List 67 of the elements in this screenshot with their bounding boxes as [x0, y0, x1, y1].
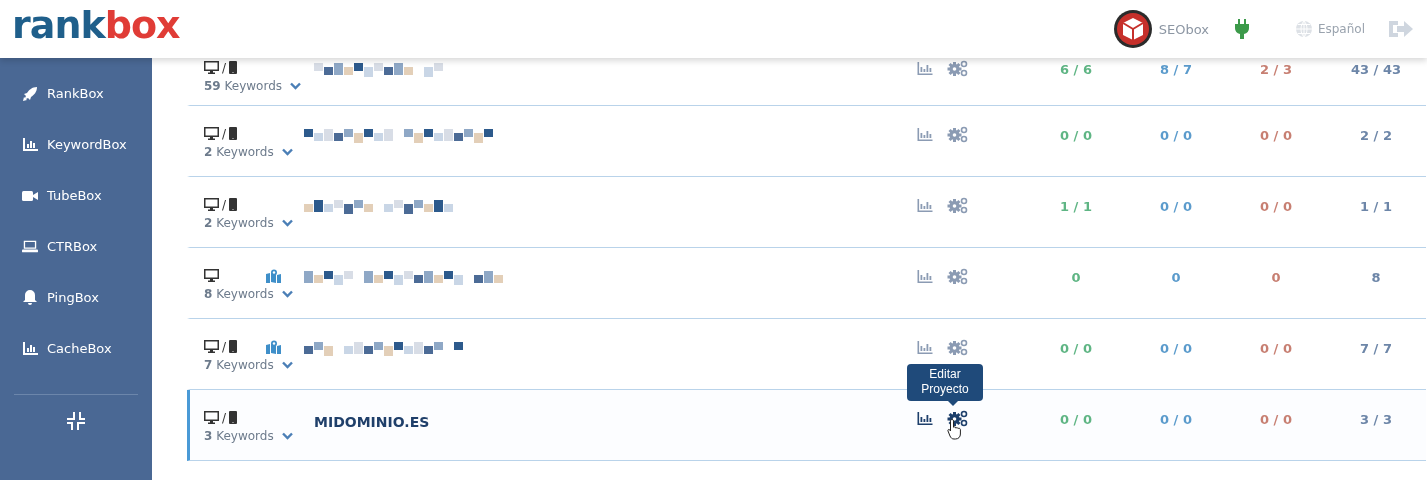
ranking-stat: 3 / 3: [1359, 411, 1393, 427]
ranking-stat: 0 / 0: [1159, 411, 1193, 427]
ranking-stat: 0 / 0: [1059, 340, 1093, 356]
tooltip: Editar Proyecto: [907, 363, 983, 401]
ranking-stat: 43 / 43: [1350, 61, 1402, 77]
ranking-stat: 8: [1370, 269, 1382, 285]
device-separator: /: [222, 126, 227, 141]
ranking-stat: 6 / 6: [1059, 61, 1093, 77]
device-separator: /: [222, 410, 227, 425]
sidebar-item[interactable]: CacheBox: [0, 323, 152, 374]
ranking-stat: 0: [1270, 269, 1282, 285]
chevron-down-icon[interactable]: [281, 432, 293, 440]
tooltip-pointer: [948, 401, 958, 406]
bell-icon: [22, 289, 38, 306]
collapse-icon[interactable]: [66, 411, 86, 431]
sidebar-item[interactable]: KeywordBox: [0, 119, 152, 170]
hand-cursor-icon: [947, 418, 963, 440]
project-row[interactable]: 8 Keywords 0 0 0 8: [187, 248, 1426, 319]
ranking-stat: 0: [1070, 269, 1082, 285]
sidebar-item[interactable]: RankBox: [0, 68, 152, 119]
ranking-stat: 8 / 7: [1159, 61, 1193, 77]
ranking-stat: 0 / 0: [1259, 127, 1293, 143]
video-camera-icon: [22, 189, 38, 202]
ranking-stat: 2 / 2: [1359, 127, 1393, 143]
ranking-stat: 1 / 1: [1059, 198, 1093, 214]
chevron-down-icon[interactable]: [281, 148, 293, 156]
keyword-count: 8 Keywords: [204, 287, 274, 301]
ranking-stat: 0 / 0: [1159, 127, 1193, 143]
laptop-icon: [22, 240, 38, 253]
device-separator: /: [222, 197, 227, 212]
project-row[interactable]: / 2 Keywords 1 / 1 0 / 0 0 / 0 1 / 1: [187, 177, 1426, 248]
chart-icon: [22, 137, 38, 152]
chevron-down-icon[interactable]: [281, 290, 293, 298]
cube-avatar-icon[interactable]: [1112, 9, 1153, 49]
chart-icon: [22, 341, 38, 356]
account-name[interactable]: SEObox: [1158, 21, 1209, 37]
chevron-down-icon[interactable]: [281, 219, 293, 227]
keyword-count: 2 Keywords: [204, 216, 274, 230]
keyword-count: 2 Keywords: [204, 145, 274, 159]
chevron-down-icon[interactable]: [281, 361, 293, 369]
sidebar-item[interactable]: TubeBox: [0, 170, 152, 221]
ranking-stat: 2 / 3: [1259, 61, 1293, 77]
ranking-stat: 0 / 0: [1259, 411, 1293, 427]
keyword-count: 3 Keywords: [204, 429, 274, 443]
chevron-down-icon[interactable]: [290, 82, 302, 90]
project-row[interactable]: / 59 Keywords 6 / 6 8 / 7 2 / 3 43 / 43: [187, 58, 1426, 106]
project-row[interactable]: / 2 Keywords 0 / 0 0 / 0 0 / 0 2 / 2: [187, 106, 1426, 177]
ranking-stat: 1 / 1: [1359, 198, 1393, 214]
rocket-icon: [22, 85, 38, 102]
ranking-stat: 0 / 0: [1059, 411, 1093, 427]
globe-icon: [1294, 20, 1313, 38]
ranking-stat: 7 / 7: [1359, 340, 1393, 356]
ranking-stat: 0 / 0: [1159, 198, 1193, 214]
sidebar-item[interactable]: PingBox: [0, 272, 152, 323]
ranking-stat: 0 / 0: [1159, 340, 1193, 356]
sidebar-item[interactable]: CTRBox: [0, 221, 152, 272]
ranking-stat: 0 / 0: [1059, 127, 1093, 143]
keyword-count: 59 Keywords: [204, 79, 283, 93]
domain-name[interactable]: MIDOMINIO.ES: [314, 414, 430, 430]
device-separator: /: [222, 339, 227, 354]
plug-icon[interactable]: [1234, 19, 1249, 39]
ranking-stat: 0: [1170, 269, 1182, 285]
ranking-stat: 0 / 0: [1259, 340, 1293, 356]
chart-icon[interactable]: [916, 411, 933, 426]
device-separator: /: [222, 60, 227, 75]
ranking-stat: 0 / 0: [1259, 198, 1293, 214]
rankbox-logo[interactable]: rankbox: [12, 6, 180, 44]
